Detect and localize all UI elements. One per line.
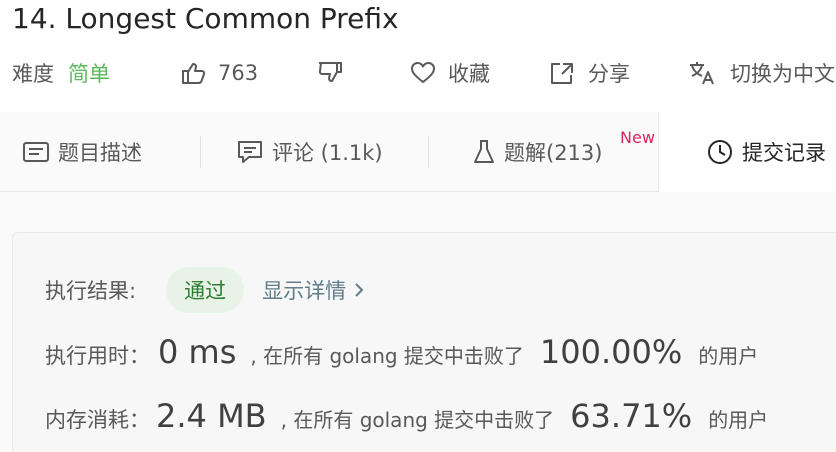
share-label: 分享 (588, 62, 630, 86)
memory-label: 内存消耗： (45, 408, 150, 432)
tab-description-label: 题目描述 (58, 141, 142, 165)
memory-value: 2.4 MB (156, 397, 267, 435)
translate-icon (690, 62, 714, 85)
runtime-suffix: 的用户 (698, 344, 759, 368)
thumbs-up-icon (182, 63, 206, 84)
show-details-link[interactable]: 显示详情 (262, 275, 364, 305)
heart-icon (411, 62, 435, 83)
tab-divider (200, 136, 201, 168)
memory-text: , 在所有 golang 提交中击败了 (280, 408, 555, 432)
thumbs-down-icon (318, 62, 342, 82)
tab-description[interactable]: 题目描述 (22, 134, 142, 170)
favorite-label: 收藏 (448, 62, 490, 86)
tab-bar: 题目描述 评论 (1.1k) 题解(213) New 提交记录 (0, 112, 836, 192)
comment-icon (238, 141, 262, 163)
status-label: 执行结果: (45, 279, 137, 303)
status-badge: 通过 (166, 267, 245, 313)
memory-percent: 63.71% (570, 397, 693, 435)
dislike-button[interactable] (316, 58, 344, 88)
tab-solutions-label: 题解(213) (504, 141, 603, 165)
description-icon (23, 142, 49, 162)
like-button[interactable]: 763 (180, 58, 258, 88)
problem-header: 14. Longest Common Prefix 难度 简单 763 收藏 分… (0, 0, 836, 112)
difficulty-label: 难度 (12, 62, 54, 86)
tab-comments[interactable]: 评论 (1.1k) (236, 134, 383, 170)
share-icon (551, 63, 573, 84)
show-details-label: 显示详情 (262, 279, 347, 303)
tab-submissions[interactable]: 提交记录 (706, 134, 826, 170)
result-status-row: 执行结果: 通过 显示详情 (45, 267, 364, 313)
favorite-button[interactable]: 收藏 (410, 58, 490, 88)
tab-solutions[interactable]: 题解(213) (472, 134, 602, 170)
difficulty: 难度 简单 (12, 58, 110, 88)
flask-icon (474, 140, 494, 163)
chevron-right-icon (355, 283, 364, 297)
tab-submissions-label: 提交记录 (742, 141, 826, 165)
submission-result-card: 执行结果: 通过 显示详情 执行用时： 0 ms , 在所有 golang 提交… (12, 232, 836, 452)
clock-icon (708, 140, 732, 164)
new-badge: New (620, 128, 655, 147)
tab-comments-label: 评论 (1.1k) (272, 141, 383, 165)
memory-row: 内存消耗： 2.4 MB , 在所有 golang 提交中击败了 63.71% … (45, 397, 768, 435)
runtime-percent: 100.00% (539, 333, 683, 371)
tab-divider (428, 136, 429, 168)
runtime-text: , 在所有 golang 提交中击败了 (250, 344, 524, 368)
runtime-row: 执行用时： 0 ms , 在所有 golang 提交中击败了 100.00% 的… (45, 333, 758, 371)
runtime-value: 0 ms (158, 333, 237, 371)
difficulty-value: 简单 (68, 62, 110, 86)
like-count: 763 (218, 61, 259, 85)
memory-suffix: 的用户 (708, 408, 769, 432)
runtime-label: 执行用时： (45, 344, 150, 368)
share-button[interactable]: 分享 (548, 58, 630, 88)
problem-title: 14. Longest Common Prefix (12, 2, 399, 35)
language-toggle[interactable]: 切换为中文 (688, 58, 835, 88)
language-toggle-label: 切换为中文 (730, 62, 835, 86)
